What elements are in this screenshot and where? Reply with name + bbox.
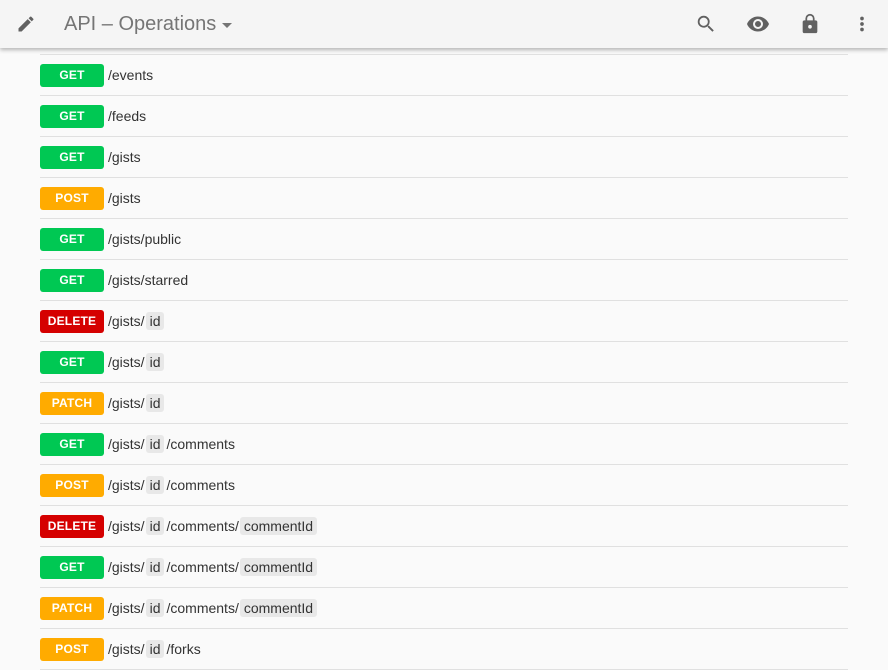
path-parameter: id: [145, 517, 165, 535]
method-badge: PATCH: [40, 391, 104, 415]
path-parameter: id: [145, 394, 165, 412]
method-badge: GET: [40, 432, 104, 456]
operation-row[interactable]: POST/gists/id/comments: [40, 465, 848, 506]
operation-path: /feeds: [108, 108, 146, 124]
method-badge: POST: [40, 473, 104, 497]
operation-row[interactable]: GET/events: [40, 55, 848, 96]
api-title-dropdown[interactable]: API – Operations: [64, 0, 233, 48]
operation-row[interactable]: GET/gists/starred: [40, 260, 848, 301]
path-segment: /gists: [108, 149, 141, 165]
path-parameter: commentId: [239, 517, 318, 535]
path-segment: /gists/: [108, 559, 145, 575]
operation-path: /gists/id: [108, 312, 166, 330]
operations-list: GET/events GET/feeds GET/gists POST/gists GE…: [40, 14, 848, 670]
method-badge: GET: [40, 145, 104, 169]
path-segment: /gists/: [108, 518, 145, 534]
operation-row[interactable]: GET/feeds: [40, 96, 848, 137]
path-segment: /comments/: [166, 518, 239, 534]
path-segment: /gists/: [108, 600, 145, 616]
operation-path: /gists/id/forks: [108, 640, 201, 658]
operation-row[interactable]: DELETE/gists/id/comments/commentId: [40, 506, 848, 547]
operation-path: /gists: [108, 190, 141, 206]
operation-path: /gists: [108, 149, 141, 165]
method-badge: POST: [40, 186, 104, 210]
path-segment: /comments/: [166, 559, 239, 575]
method-badge: GET: [40, 350, 104, 374]
operation-path: /gists/id/comments/commentId: [108, 558, 319, 576]
operation-row[interactable]: GET/gists/id: [40, 342, 848, 383]
operation-path: /gists/id: [108, 353, 166, 371]
operation-path: /gists/public: [108, 231, 181, 247]
operation-path: /gists/id/comments: [108, 476, 235, 494]
path-segment: /gists/: [108, 313, 145, 329]
path-segment: /gists/: [108, 436, 145, 452]
caret-down-icon: [222, 22, 233, 28]
path-parameter: id: [145, 312, 165, 330]
path-parameter: id: [145, 476, 165, 494]
method-badge: DELETE: [40, 514, 104, 538]
method-badge: POST: [40, 637, 104, 661]
method-badge: PATCH: [40, 596, 104, 620]
operation-row[interactable]: POST/gists/id/forks: [40, 629, 848, 670]
more-vert-icon[interactable]: [850, 12, 874, 36]
method-badge: GET: [40, 63, 104, 87]
path-segment: /forks: [166, 641, 201, 657]
path-segment: /comments: [166, 477, 235, 493]
page-title: API – Operations: [64, 12, 217, 35]
path-segment: /feeds: [108, 108, 147, 124]
method-badge: GET: [40, 104, 104, 128]
path-parameter: id: [145, 353, 165, 371]
pencil-icon[interactable]: [14, 12, 38, 36]
path-parameter: id: [145, 640, 165, 658]
operation-row[interactable]: POST/gists: [40, 178, 848, 219]
path-parameter: id: [145, 558, 165, 576]
operation-row[interactable]: DELETE/gists/id: [40, 301, 848, 342]
lock-icon[interactable]: [798, 12, 822, 36]
path-segment: /comments/: [166, 600, 239, 616]
operation-path: /gists/id/comments/commentId: [108, 517, 319, 535]
path-segment: /gists: [108, 190, 141, 206]
operation-row[interactable]: PATCH/gists/id/comments/commentId: [40, 588, 848, 629]
method-badge: GET: [40, 555, 104, 579]
search-icon[interactable]: [694, 12, 718, 36]
top-toolbar: API – Operations: [0, 0, 888, 48]
path-segment: /comments: [166, 436, 235, 452]
operation-row[interactable]: GET/gists/id/comments: [40, 424, 848, 465]
path-segment: /events: [108, 67, 154, 83]
path-segment: /gists/public: [108, 231, 182, 247]
operation-path: /events: [108, 67, 153, 83]
operation-path: /gists/id: [108, 394, 166, 412]
operation-path: /gists/starred: [108, 272, 188, 288]
operation-path: /gists/id/comments/commentId: [108, 599, 319, 617]
operation-row[interactable]: GET/gists/id/comments/commentId: [40, 547, 848, 588]
operation-row[interactable]: GET/gists/public: [40, 219, 848, 260]
eye-icon[interactable]: [746, 12, 770, 36]
operation-path: /gists/id/comments: [108, 435, 235, 453]
method-badge: DELETE: [40, 309, 104, 333]
path-segment: /gists/starred: [108, 272, 189, 288]
path-parameter: id: [145, 599, 165, 617]
path-parameter: commentId: [239, 599, 318, 617]
operation-row[interactable]: GET/gists: [40, 137, 848, 178]
path-segment: /gists/: [108, 641, 145, 657]
method-badge: GET: [40, 268, 104, 292]
path-segment: /gists/: [108, 477, 145, 493]
method-badge: GET: [40, 227, 104, 251]
path-segment: /gists/: [108, 354, 145, 370]
path-parameter: id: [145, 435, 165, 453]
operation-row[interactable]: PATCH/gists/id: [40, 383, 848, 424]
path-segment: /gists/: [108, 395, 145, 411]
path-parameter: commentId: [239, 558, 318, 576]
